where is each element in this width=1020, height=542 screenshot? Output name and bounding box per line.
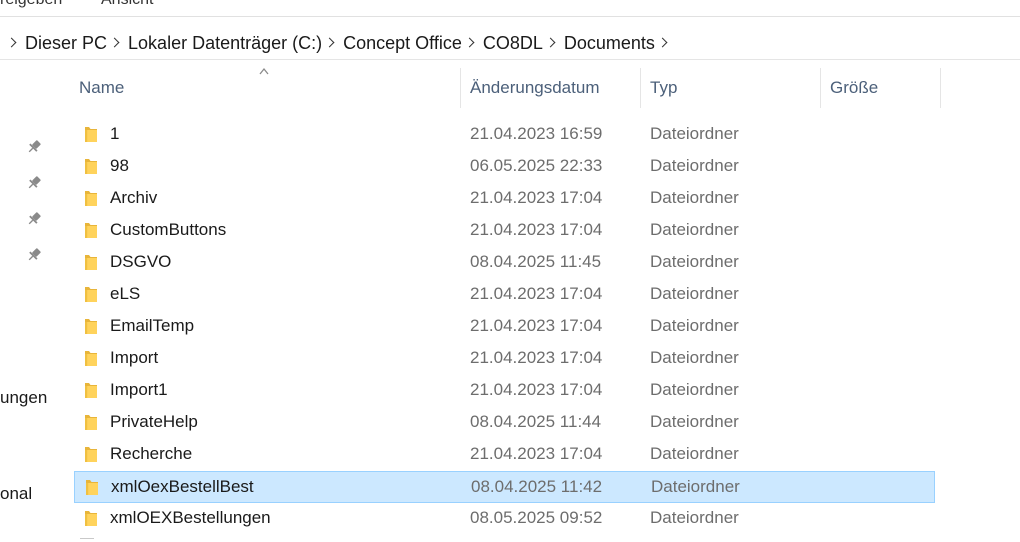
address-bar[interactable]: Dieser PC Lokaler Datenträger (C:) Conce… <box>0 27 1020 60</box>
column-header-type[interactable]: Typ <box>650 78 677 98</box>
file-type: Dateiordner <box>650 444 739 463</box>
file-name: 1 <box>110 124 120 143</box>
column-header-name[interactable]: Name <box>79 78 124 98</box>
file-name: 98 <box>110 156 129 175</box>
list-item[interactable]: 98 06.05.2025 22:33 Dateiordner <box>74 151 935 183</box>
pin-icon[interactable] <box>26 139 42 155</box>
folder-icon <box>85 351 97 366</box>
pin-icon[interactable] <box>26 175 42 191</box>
file-modified-date: 08.04.2025 11:45 <box>470 252 602 271</box>
file-modified-date: 08.05.2025 09:52 <box>470 508 603 527</box>
file-type: Dateiordner <box>651 477 740 496</box>
pin-icon[interactable] <box>26 247 42 263</box>
file-modified-date: 21.04.2023 17:04 <box>470 188 603 207</box>
file-type: Dateiordner <box>650 508 739 527</box>
folder-icon <box>85 159 97 174</box>
folder-icon <box>85 127 97 142</box>
ribbon-tab-share[interactable]: reigeben <box>0 0 62 9</box>
file-modified-date: 21.04.2023 17:04 <box>470 380 603 399</box>
file-modified-date: 21.04.2023 17:04 <box>470 444 603 463</box>
folder-icon <box>85 511 97 526</box>
folder-icon <box>85 447 97 462</box>
file-type: Dateiordner <box>650 220 739 239</box>
file-type: Dateiordner <box>650 412 739 431</box>
file-modified-date: 21.04.2023 17:04 <box>470 284 603 303</box>
breadcrumb: Dieser PC Lokaler Datenträger (C:) Conce… <box>4 30 676 56</box>
nav-item-partial[interactable]: ungen <box>0 388 47 408</box>
file-type: Dateiordner <box>650 188 739 207</box>
file-name: xmlOexBestellBest <box>111 477 254 496</box>
list-item[interactable]: xmlOexBestellBest 08.04.2025 11:42 Dateior… <box>74 471 935 503</box>
file-modified-date: 21.04.2023 16:59 <box>470 124 603 143</box>
list-item[interactable]: Recherche 21.04.2023 17:04 Dateiordner <box>74 439 935 471</box>
list-item[interactable]: Archiv 21.04.2023 17:04 Dateiordner <box>74 183 935 215</box>
file-type: Dateiordner <box>650 348 739 367</box>
column-header: Name Änderungsdatum Typ Größe <box>62 60 1020 116</box>
breadcrumb-item-local-disk[interactable]: Lokaler Datenträger (C:) <box>128 30 322 56</box>
folder-icon <box>85 255 97 270</box>
sort-ascending-icon <box>259 67 269 75</box>
file-name: Import1 <box>110 380 168 399</box>
column-divider[interactable] <box>460 68 461 108</box>
list-item[interactable]: DSGVO 08.04.2025 11:45 Dateiordner <box>74 247 935 279</box>
file-type: Dateiordner <box>650 284 739 303</box>
file-modified-date: 08.04.2025 11:44 <box>470 412 602 431</box>
folder-icon <box>85 287 97 302</box>
navigation-pane: ungen onal <box>0 60 62 541</box>
file-name: Import <box>110 348 159 367</box>
list-item[interactable]: CustomButtons 21.04.2023 17:04 Dateiordner <box>74 215 935 247</box>
list-item[interactable]: 1 21.04.2023 16:59 Dateiordner <box>74 119 935 151</box>
chevron-right-icon[interactable] <box>547 30 555 56</box>
nav-item-partial[interactable]: onal <box>0 484 32 504</box>
file-modified-date: 21.04.2023 17:04 <box>470 220 603 239</box>
chevron-right-icon[interactable] <box>659 30 667 56</box>
folder-icon <box>85 383 97 398</box>
column-header-date[interactable]: Änderungsdatum <box>470 78 599 98</box>
file-type: Dateiordner <box>650 252 739 271</box>
file-type: Dateiordner <box>650 380 739 399</box>
file-name: PrivateHelp <box>110 412 198 431</box>
list-item[interactable]: EmailTemp 21.04.2023 17:04 Dateiordner <box>74 311 935 343</box>
file-type: Dateiordner <box>650 156 739 175</box>
breadcrumb-item-concept-office[interactable]: Concept Office <box>343 30 462 56</box>
chevron-right-icon[interactable] <box>466 30 474 56</box>
column-divider[interactable] <box>640 68 641 108</box>
file-name: DSGVO <box>110 252 172 271</box>
list-item[interactable]: PrivateHelp 08.04.2025 11:44 Dateiordner <box>74 407 935 439</box>
folder-icon <box>85 191 97 206</box>
chevron-right-icon[interactable] <box>111 30 119 56</box>
folder-icon <box>85 223 97 238</box>
list-item[interactable]: eLS 21.04.2023 17:04 Dateiordner <box>74 279 935 311</box>
folder-icon <box>86 480 98 495</box>
chevron-right-icon[interactable] <box>8 30 16 56</box>
ribbon-tab-view[interactable]: Ansicht <box>101 0 153 9</box>
file-type: Dateiordner <box>650 124 739 143</box>
file-modified-date: 21.04.2023 17:04 <box>470 348 603 367</box>
column-divider[interactable] <box>820 68 821 108</box>
file-name: Recherche <box>110 444 193 463</box>
folder-icon <box>85 415 97 430</box>
folder-icon <box>85 319 97 334</box>
pin-icon[interactable] <box>26 211 42 227</box>
file-modified-date: 21.04.2023 17:04 <box>470 316 603 335</box>
file-modified-date: 06.05.2025 22:33 <box>470 156 603 175</box>
list-item[interactable]: Import1 21.04.2023 17:04 Dateiordner <box>74 375 935 407</box>
file-name: Archiv <box>110 188 158 207</box>
list-item-partial <box>80 538 94 542</box>
breadcrumb-item-documents[interactable]: Documents <box>564 30 655 56</box>
file-name: CustomButtons <box>110 220 227 239</box>
file-name: xmlOEXBestellungen <box>110 508 271 527</box>
file-name: eLS <box>110 284 141 303</box>
ribbon-tab-strip: reigeben Ansicht <box>0 0 1020 17</box>
file-type: Dateiordner <box>650 316 739 335</box>
list-item[interactable]: Import 21.04.2023 17:04 Dateiordner <box>74 343 935 375</box>
list-item[interactable]: xmlOEXBestellungen 08.05.2025 09:52 Dateio… <box>74 503 935 535</box>
column-divider[interactable] <box>940 68 941 108</box>
file-modified-date: 08.04.2025 11:42 <box>471 477 603 496</box>
breadcrumb-item-this-pc[interactable]: Dieser PC <box>25 30 107 56</box>
column-header-size[interactable]: Größe <box>830 78 878 98</box>
breadcrumb-item-co8dl[interactable]: CO8DL <box>483 30 543 56</box>
file-name: EmailTemp <box>110 316 195 335</box>
chevron-right-icon[interactable] <box>326 30 334 56</box>
